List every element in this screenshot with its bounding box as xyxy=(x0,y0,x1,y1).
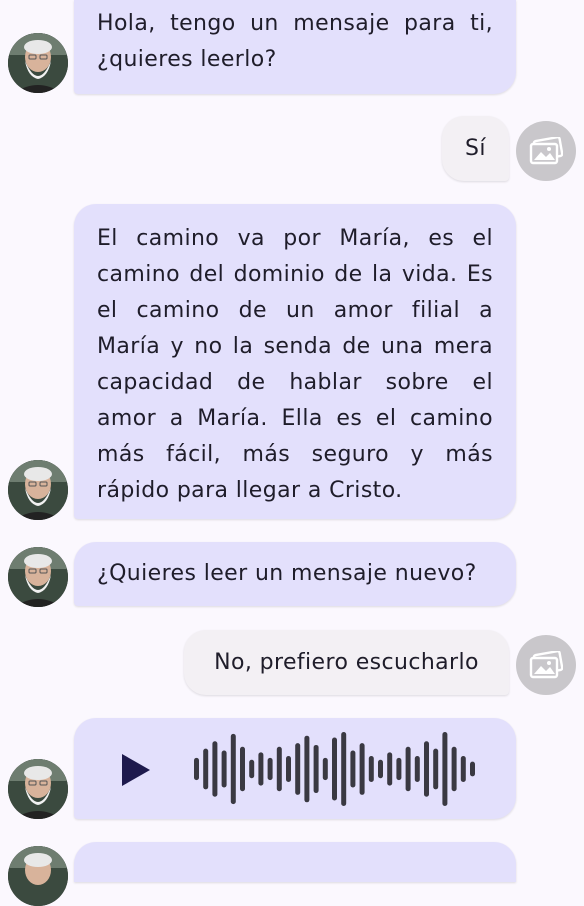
waveform-bar xyxy=(405,746,411,792)
waveform-bar xyxy=(322,757,328,781)
waveform-bar xyxy=(304,735,310,803)
user-avatar xyxy=(516,121,576,181)
waveform-bar xyxy=(212,741,218,797)
message-line: María y no la senda de una mera xyxy=(97,334,493,359)
waveform-bar xyxy=(451,746,457,792)
waveform-bar xyxy=(460,756,466,782)
message-line: amor a María. Ella es el camino xyxy=(97,406,493,431)
waveform-bar xyxy=(249,759,255,779)
audio-waveform[interactable] xyxy=(192,732,492,806)
waveform-bar xyxy=(221,750,227,788)
waveform-bar xyxy=(350,750,356,788)
play-icon[interactable] xyxy=(122,754,150,786)
avatar xyxy=(8,547,68,607)
avatar xyxy=(8,846,68,906)
waveform-bar xyxy=(313,744,319,794)
message-line: el camino de un amor filial a xyxy=(97,298,493,323)
waveform-bar xyxy=(230,733,236,805)
message-line: Hola, tengo un mensaje para ti, xyxy=(97,11,493,36)
waveform-bar xyxy=(203,748,209,790)
waveform-bar xyxy=(341,732,347,806)
waveform-bar xyxy=(359,743,365,795)
waveform-bar xyxy=(414,756,420,782)
waveform-bar xyxy=(442,732,448,806)
avatar xyxy=(8,759,68,819)
bot-message xyxy=(74,842,516,882)
waveform-bar xyxy=(470,761,475,777)
message-line: El camino va por María, es el xyxy=(97,226,493,251)
message-line: capacidad de hablar sobre el xyxy=(97,370,493,395)
avatar xyxy=(8,33,68,93)
waveform-bar xyxy=(258,752,264,786)
bot-message: ¿Quieres leer un mensaje nuevo? xyxy=(74,542,516,606)
message-line: camino del dominio de la vida. Es xyxy=(97,262,493,287)
waveform-bar xyxy=(387,752,393,786)
user-avatar xyxy=(516,635,576,695)
user-message: No, prefiero escucharlo xyxy=(184,630,509,695)
message-line: ¿quieres leerlo? xyxy=(97,47,277,72)
waveform-bar xyxy=(286,756,291,782)
bot-message: El camino va por María, es el camino del… xyxy=(74,204,516,519)
message-line: más fácil, más seguro y más xyxy=(97,442,493,467)
waveform-bar xyxy=(378,759,383,779)
message-text: No, prefiero escucharlo xyxy=(214,649,479,675)
bot-message: Hola, tengo un mensaje para ti, ¿quieres… xyxy=(74,0,516,94)
waveform-bar xyxy=(424,741,429,797)
message-text: Sí xyxy=(465,135,486,161)
waveform-bar xyxy=(194,757,199,781)
avatar xyxy=(8,460,68,520)
waveform-bar xyxy=(295,743,301,795)
waveform-bar xyxy=(433,748,439,790)
audio-message xyxy=(74,718,516,819)
waveform-bar xyxy=(267,757,273,781)
image-placeholder-icon xyxy=(529,137,563,165)
waveform-bar xyxy=(240,746,245,792)
image-placeholder-icon xyxy=(529,651,563,679)
user-message: Sí xyxy=(442,116,509,181)
message-line: rápido para llegar a Cristo. xyxy=(97,478,403,503)
waveform-bar xyxy=(332,737,337,801)
message-text: ¿Quieres leer un mensaje nuevo? xyxy=(97,561,477,586)
waveform-bar xyxy=(396,757,402,781)
waveform-bar xyxy=(368,756,374,782)
waveform-bar xyxy=(276,746,282,792)
